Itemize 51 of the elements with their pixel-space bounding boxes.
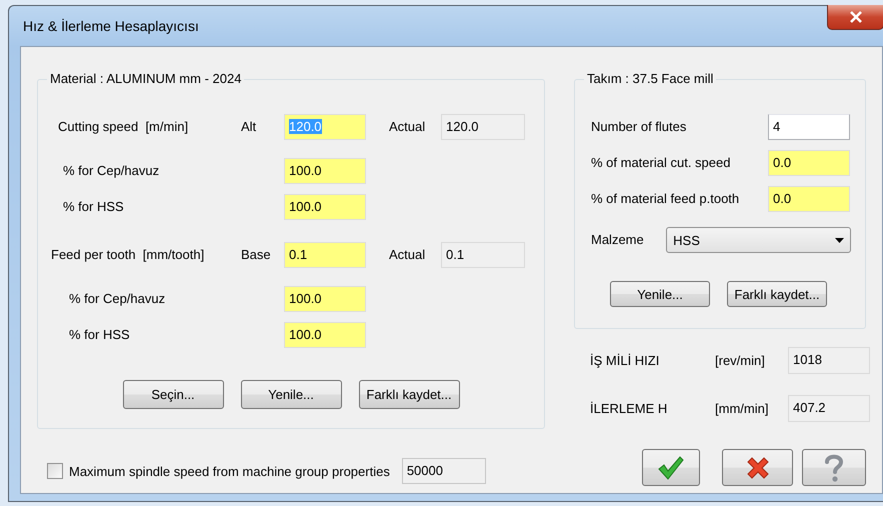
dialog-button[interactable]: Yenile... [610,281,710,307]
help-icon [823,452,845,482]
window-title: Hız & İlerleme Hesaplayıcısı [23,18,199,34]
check-icon [657,454,685,480]
field-label: Feed per tooth [mm/tooth] [51,247,206,263]
dialog-button[interactable]: Farklı kaydet... [727,281,827,307]
unit-label: [mm/min] [715,400,770,416]
input-field[interactable]: 0.0 [768,186,850,212]
field-label: Number of flutes [591,119,688,135]
field-label: Actual [389,119,426,135]
help-button[interactable] [802,449,866,486]
close-button[interactable] [827,5,883,30]
field-label: % for HSS [62,199,125,215]
group-title: Material : ALUMINUM mm - 2024 [50,71,242,86]
cancel-button[interactable] [722,449,793,486]
input-field[interactable]: 100.0 [284,322,366,348]
checkbox-label: Maximum spindle speed from machine group properties [69,464,390,478]
group-title: Takım : 37.5 Face mill [587,71,714,86]
dropdown[interactable]: HSS [666,227,851,253]
result-label: İLERLEME H [590,400,668,416]
ok-button[interactable] [642,449,700,486]
result-label: İŞ MİLİ HIZI [590,352,660,368]
input-field[interactable]: 4 [768,114,850,140]
dropdown-arrow-icon [835,238,844,242]
field-label: % of material cut. speed [591,155,732,171]
unit-label: [rev/min] [715,352,766,368]
input-field[interactable]: 100.0 [284,158,366,184]
input-field[interactable]: 50000 [402,458,486,484]
field-label: Alt [241,119,258,135]
readonly-field: 407.2 [788,395,870,422]
dialog-button[interactable]: Seçin... [122,380,224,409]
readonly-field: 1018 [788,347,870,374]
input-field[interactable]: 0.1 [284,242,366,268]
checkbox[interactable] [47,463,63,479]
field-label: % for Cep/havuz [62,163,160,179]
dialog-button[interactable]: Farklı kaydet... [358,380,460,409]
field-label: Base [241,247,272,263]
close-icon [848,11,862,23]
input-field[interactable]: 100.0 [284,286,366,312]
dialog-button[interactable]: Yenile... [240,380,342,409]
readonly-field: 0.1 [441,242,525,268]
input-field[interactable]: 0.0 [768,150,850,176]
cross-icon [744,454,770,480]
field-label: Malzeme [591,232,645,248]
field-label: % for Cep/havuz [68,291,166,307]
field-label: % of material feed p.tooth [591,191,740,207]
field-label: Cutting speed [m/min] [57,119,190,135]
field-label: % for HSS [68,327,131,343]
readonly-field: 120.0 [441,114,525,140]
field-label: Actual [389,247,426,263]
input-field[interactable]: 100.0 [284,194,366,220]
